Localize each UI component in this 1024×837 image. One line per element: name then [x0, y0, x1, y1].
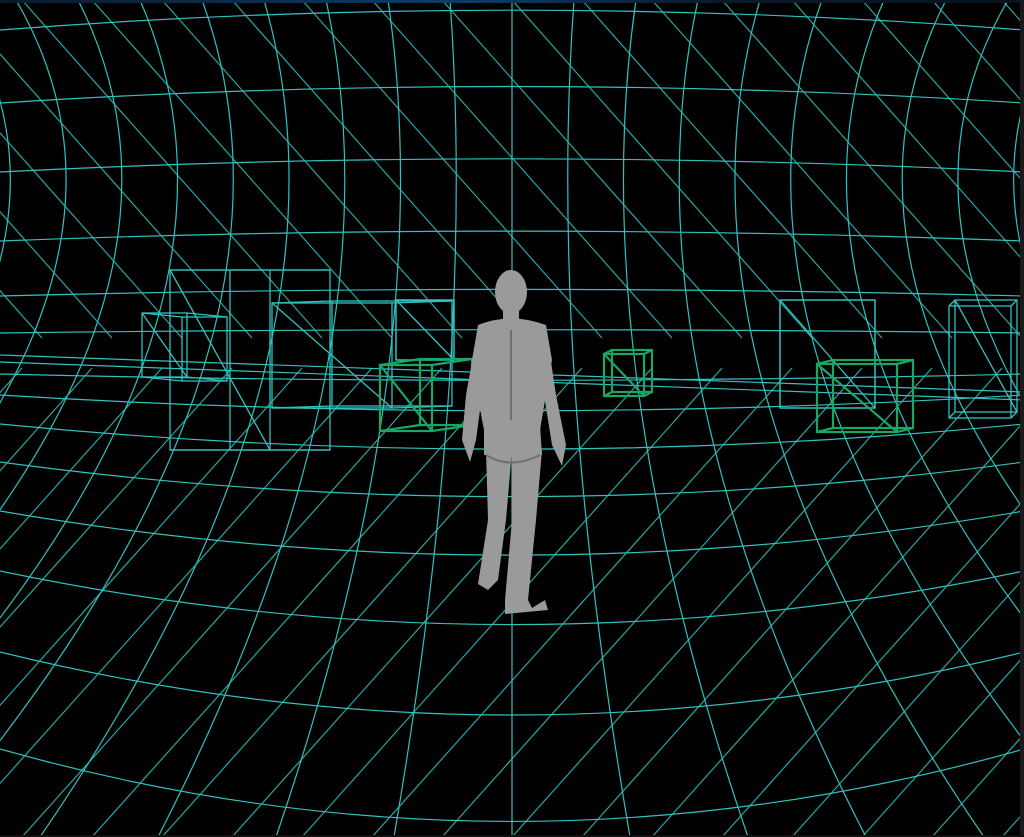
grid-line: [0, 132, 183, 339]
left-arm: [462, 328, 482, 462]
grid-line: [371, 367, 793, 837]
grid-line: [91, 367, 513, 837]
grid-line: [734, 0, 985, 837]
grid-line: [231, 367, 653, 837]
green-wireframe-cube-icon: [602, 348, 654, 398]
3d-viewport[interactable]: [0, 0, 1024, 837]
grid-line: [21, 367, 443, 837]
cyan-wireframe-cube-icon: [141, 312, 228, 382]
left-leg: [478, 450, 512, 590]
grid-line: [511, 367, 933, 837]
grid-line: [0, 367, 163, 550]
window-title-bar: [0, 0, 1024, 3]
grid-line: [931, 733, 1024, 837]
grid-line: [0, 367, 93, 472]
grid-line: [791, 0, 1024, 263]
grid-line: [0, 53, 253, 339]
grid-line: [0, 367, 233, 628]
grid-line: [0, 0, 179, 619]
head: [495, 270, 527, 314]
grid-line: [393, 0, 457, 837]
grid-line: [791, 577, 1024, 837]
grid-line: [0, 99, 11, 263]
cyan-wireframe-cube-icon: [271, 300, 453, 409]
target-boxes: [378, 348, 915, 434]
grid-line: [861, 655, 1024, 837]
grid-line: [0, 289, 43, 339]
grid-line: [567, 0, 631, 837]
window-right-border: [1020, 0, 1024, 837]
grid-line: [39, 0, 290, 837]
right-arm: [544, 328, 566, 466]
grid-line: [861, 0, 1024, 184]
grid-line: [931, 0, 1024, 105]
grid-line: [0, 0, 123, 511]
